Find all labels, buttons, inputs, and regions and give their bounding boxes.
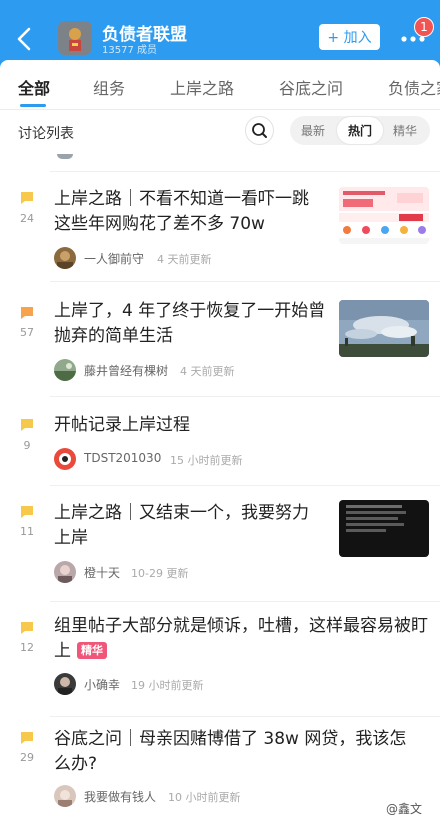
tab-bottom-questions[interactable]: 谷底之问	[279, 75, 343, 99]
avatar[interactable]	[54, 448, 76, 470]
chevron-left-icon	[17, 27, 31, 51]
post-time: 15 小时前更新	[170, 454, 243, 467]
post-reply-count: 57	[20, 326, 34, 339]
post-author[interactable]: TDST201030	[84, 451, 161, 465]
divider	[50, 601, 440, 602]
flag-icon	[20, 505, 34, 519]
flag-icon	[20, 306, 34, 320]
active-tab-indicator	[20, 104, 46, 107]
avatar[interactable]	[54, 785, 76, 807]
post-thumbnail[interactable]	[339, 500, 429, 557]
dark-screenshot-thumbnail	[339, 500, 429, 557]
post-reply-count: 29	[20, 751, 34, 764]
post-thumbnail[interactable]	[339, 187, 429, 244]
search-icon	[252, 123, 267, 138]
divider	[50, 396, 440, 397]
post-title[interactable]: 上岸之路｜不看不知道一看吓一跳这些年网购花了差不多 70w	[54, 187, 324, 237]
divider	[50, 281, 440, 282]
member-count: 13577 成员	[102, 45, 157, 56]
divider	[50, 171, 440, 172]
watermark: @鑫文	[386, 802, 423, 816]
group-logo-icon	[58, 21, 92, 55]
post-author[interactable]: 一人御前守	[84, 250, 144, 267]
post-title[interactable]: 谷底之问｜母亲因赌博借了 38w 网贷，我该怎么办?	[54, 727, 414, 777]
discussion-list: 24 上岸之路｜不看不知道一看吓一跳这些年网购花了差不多 70w 一人御前守 4…	[0, 154, 440, 826]
discussion-toolbar: 讨论列表 最新 热门 精华	[0, 110, 440, 154]
post-author[interactable]: 小确幸	[84, 676, 120, 693]
divider	[50, 485, 440, 486]
post-reply-count: 9	[23, 439, 31, 452]
avatar[interactable]	[54, 673, 76, 695]
tab-debtor-home[interactable]: 负债之家	[388, 75, 440, 99]
post-time: 4 天前更新	[180, 365, 235, 378]
post-title-text: 组里帖子大部分就是倾诉，吐槽，这样最容易被盯上	[54, 616, 428, 661]
app-screenshot-thumbnail	[339, 187, 429, 244]
discussion-list-title: 讨论列表	[18, 126, 74, 142]
post-time: 19 小时前更新	[131, 679, 204, 692]
sky-photo-thumbnail	[339, 300, 429, 357]
avatar[interactable]	[54, 247, 76, 269]
post-reply-count: 11	[20, 525, 34, 538]
post-time: 10-29 更新	[131, 567, 189, 580]
tab-shore-road[interactable]: 上岸之路	[170, 75, 234, 99]
join-button[interactable]: + 加入	[319, 24, 380, 50]
back-button[interactable]	[10, 24, 40, 54]
notification-badge: 1	[414, 17, 434, 37]
tab-group-affairs[interactable]: 组务	[93, 75, 125, 99]
sort-featured[interactable]: 精华	[393, 122, 417, 139]
flag-icon	[20, 418, 34, 432]
flag-icon	[20, 621, 34, 635]
featured-tag: 精华	[77, 642, 107, 659]
post-author[interactable]: 我要做有钱人	[84, 788, 156, 805]
post-thumbnail[interactable]	[339, 300, 429, 357]
category-tabs: 全部 组务 上岸之路 谷底之问 负债之家	[0, 60, 440, 110]
sort-latest[interactable]: 最新	[301, 122, 325, 139]
post-title[interactable]: 上岸了，4 年了终于恢复了一开始曾抛弃的简单生活	[54, 299, 329, 349]
partial-avatar	[57, 154, 73, 159]
post-reply-count: 24	[20, 212, 34, 225]
post-title[interactable]: 开帖记录上岸过程	[54, 413, 414, 438]
avatar[interactable]	[54, 561, 76, 583]
flag-icon	[20, 191, 34, 205]
app-root: 负债者联盟 13577 成员 + 加入 1 全部 组务 上岸之路 谷底之问 负债…	[0, 0, 440, 826]
post-time: 4 天前更新	[157, 253, 212, 266]
post-author[interactable]: 藤井曾经有棵树	[84, 362, 168, 379]
avatar[interactable]	[54, 359, 76, 381]
divider	[50, 716, 440, 717]
search-button[interactable]	[245, 116, 274, 145]
post-title[interactable]: 组里帖子大部分就是倾诉，吐槽，这样最容易被盯上 精华	[54, 614, 429, 664]
group-avatar[interactable]	[58, 21, 92, 55]
flag-icon	[20, 731, 34, 745]
post-reply-count: 12	[20, 641, 34, 654]
sort-popular[interactable]: 热门	[337, 117, 383, 144]
post-author[interactable]: 橙十天	[84, 564, 120, 581]
post-time: 10 小时前更新	[168, 791, 241, 804]
sort-switch: 最新 热门 精华	[290, 116, 430, 145]
post-title[interactable]: 上岸之路｜又结束一个，我要努力上岸	[54, 501, 324, 551]
tab-all[interactable]: 全部	[18, 75, 50, 99]
